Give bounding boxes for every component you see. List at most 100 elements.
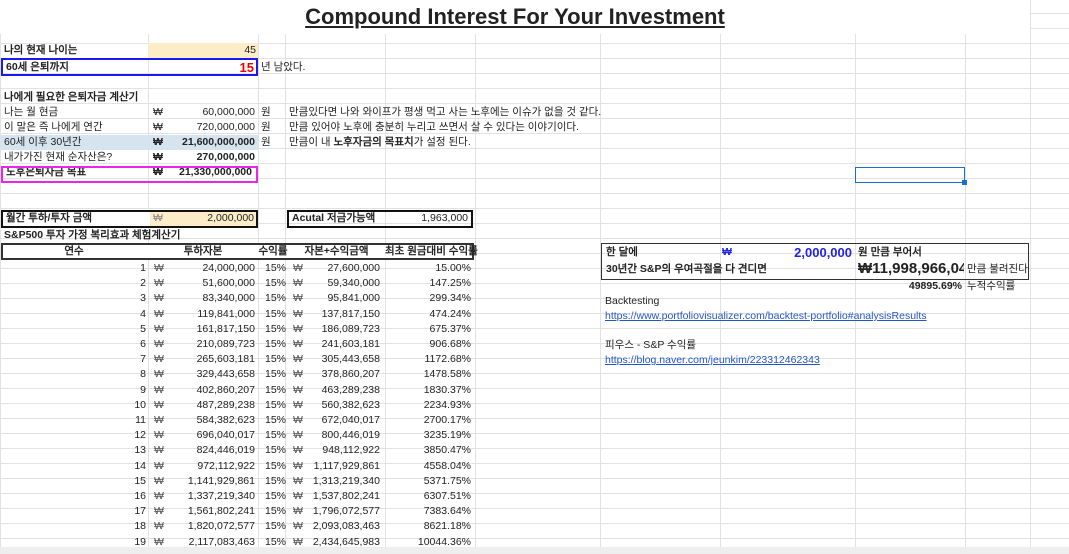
return-cell: 906.68% <box>429 338 471 350</box>
invested-cell: 1,561,802,241 <box>187 505 255 518</box>
total-cell: 305,443,658 <box>321 353 380 366</box>
return-cell: 1830.37% <box>423 383 471 396</box>
currency-symbol: ₩ <box>154 322 164 335</box>
currency-symbol: ₩ <box>154 520 164 533</box>
rate-cell: 15% <box>265 262 287 274</box>
calc-value[interactable]: 270,000,000 <box>165 150 255 165</box>
invested-cell: 119,841,000 <box>197 307 255 320</box>
currency-symbol: ₩ <box>153 121 163 133</box>
cumulative-return-label: 누적수익률 <box>967 280 1016 292</box>
currency-symbol: ₩ <box>153 106 163 118</box>
calc-heading: 나에게 필요한 은퇴자금 계산기 <box>4 91 139 103</box>
calc-value[interactable]: 21,600,000,000 <box>165 135 255 150</box>
invested-cell: 1,337,219,340 <box>187 490 255 502</box>
calc-value[interactable]: 60,000,000 <box>165 105 255 120</box>
year-cell: 7 <box>140 353 146 366</box>
currency-symbol: ₩ <box>722 246 732 258</box>
header-rate: 수익률 <box>258 245 288 257</box>
currency-symbol: ₩ <box>154 353 164 366</box>
return-cell: 1172.68% <box>424 353 471 366</box>
year-cell: 10 <box>134 398 146 411</box>
sp-return-label: 피우스 - S&P 수익률 <box>605 339 697 351</box>
age-value[interactable]: 45 <box>148 43 258 58</box>
calc-label: 이 말은 즉 나에게 연간 <box>4 121 103 133</box>
invested-cell: 824,446,019 <box>196 444 255 457</box>
header-years: 연수 <box>64 245 84 257</box>
unit-label: 원 <box>261 106 271 118</box>
return-cell: 7383.64% <box>423 505 471 518</box>
year-cell: 11 <box>135 414 146 426</box>
rate-cell: 15% <box>265 277 287 290</box>
invested-cell: 83,340,000 <box>202 292 255 305</box>
invested-cell: 584,382,623 <box>196 414 255 426</box>
calc-note: 만큼 있어야 노후에 충분히 누리고 쓰면서 살 수 있다는 이야기이다. <box>289 121 579 133</box>
total-cell: 1,313,219,340 <box>312 474 380 487</box>
selected-cell[interactable] <box>855 167 965 183</box>
note-part: 만큼이 내 <box>289 136 334 148</box>
return-cell: 6307.51% <box>423 490 471 502</box>
invested-cell: 696,040,017 <box>196 429 255 442</box>
return-cell: 5371.75% <box>423 474 471 487</box>
year-cell: 15 <box>134 474 146 487</box>
age-label: 나의 현재 나이는 <box>4 44 78 56</box>
return-cell: 147.25% <box>429 277 471 290</box>
calc-value[interactable]: 720,000,000 <box>165 120 255 135</box>
invested-cell: 161,817,150 <box>196 322 255 335</box>
actual-value[interactable]: 1,963,000 <box>380 211 468 226</box>
header-invested: 투하자본 <box>183 245 223 257</box>
currency-symbol: ₩ <box>154 277 164 290</box>
return-cell: 2700.17% <box>423 414 471 426</box>
calc-note: 만큼이 내 노후자금의 목표치가 설정 된다. <box>289 135 471 150</box>
header-return: 최초 원금대비 수익률 <box>385 245 478 257</box>
year-cell: 8 <box>140 368 146 381</box>
total-cell: 27,600,000 <box>327 262 380 274</box>
backtesting-link[interactable]: https://www.portfoliovisualizer.com/back… <box>605 309 927 324</box>
rate-cell: 15% <box>265 292 287 305</box>
retire-years[interactable]: 15 <box>200 60 254 75</box>
currency-symbol: ₩ <box>154 414 164 426</box>
year-cell: 12 <box>134 429 146 442</box>
rate-cell: 15% <box>265 353 287 366</box>
total-cell: 378,860,207 <box>321 368 380 381</box>
fill-handle[interactable] <box>962 180 967 185</box>
total-cell: 1,537,802,241 <box>312 490 380 502</box>
monthly-label: 월간 투하/투자 금액 <box>6 212 93 224</box>
total-cell: 800,446,019 <box>321 429 380 442</box>
currency-symbol: ₩ <box>153 212 163 224</box>
summary-line1-label: 한 달에 <box>606 246 638 258</box>
currency-symbol: ₩ <box>153 136 163 148</box>
sheet-title: Compound Interest For Your Investment <box>0 0 1030 34</box>
calc-label: 내가가진 현재 순자산은? <box>4 151 113 163</box>
rate-cell: 15% <box>265 505 287 518</box>
summary-line2-suffix: 만큼 불려진다 <box>967 263 1028 275</box>
total-cell: 672,040,017 <box>321 414 380 426</box>
note-part: 노후자금의 목표치 <box>333 136 414 148</box>
year-cell: 14 <box>134 459 146 472</box>
invested-cell: 51,600,000 <box>202 277 255 290</box>
rate-cell: 15% <box>265 414 287 426</box>
currency-symbol: ₩ <box>153 151 163 163</box>
rate-cell: 15% <box>265 338 287 350</box>
return-cell: 4558.04% <box>423 459 471 472</box>
horizontal-scrollbar[interactable] <box>0 547 1069 554</box>
return-cell: 8621.18% <box>423 520 471 533</box>
monthly-value[interactable]: 2,000,000 <box>170 211 254 226</box>
year-cell: 9 <box>140 383 146 396</box>
total-cell: 2,093,083,463 <box>312 520 380 533</box>
invested-cell: 210,089,723 <box>196 338 255 350</box>
currency-symbol: ₩ <box>154 307 164 320</box>
unit-label: 원 <box>261 136 271 148</box>
summary-total[interactable]: ₩11,998,966,040 <box>858 260 964 278</box>
total-cell: 137,817,150 <box>321 307 380 320</box>
currency-symbol: ₩ <box>154 368 164 381</box>
return-cell: 474.24% <box>429 307 471 320</box>
summary-line2-label: 30년간 S&P의 우여곡절을 다 견디면 <box>606 263 767 275</box>
currency-symbol: ₩ <box>154 338 164 350</box>
summary-monthly[interactable]: 2,000,000 <box>760 245 852 260</box>
year-cell: 3 <box>140 292 146 305</box>
year-cell: 5 <box>140 322 146 335</box>
sp-return-link[interactable]: https://blog.naver.com/jeunkim/223312462… <box>605 353 820 368</box>
invested-cell: 265,603,181 <box>196 353 255 366</box>
return-cell: 3850.47% <box>423 444 471 457</box>
rate-cell: 15% <box>265 398 287 411</box>
